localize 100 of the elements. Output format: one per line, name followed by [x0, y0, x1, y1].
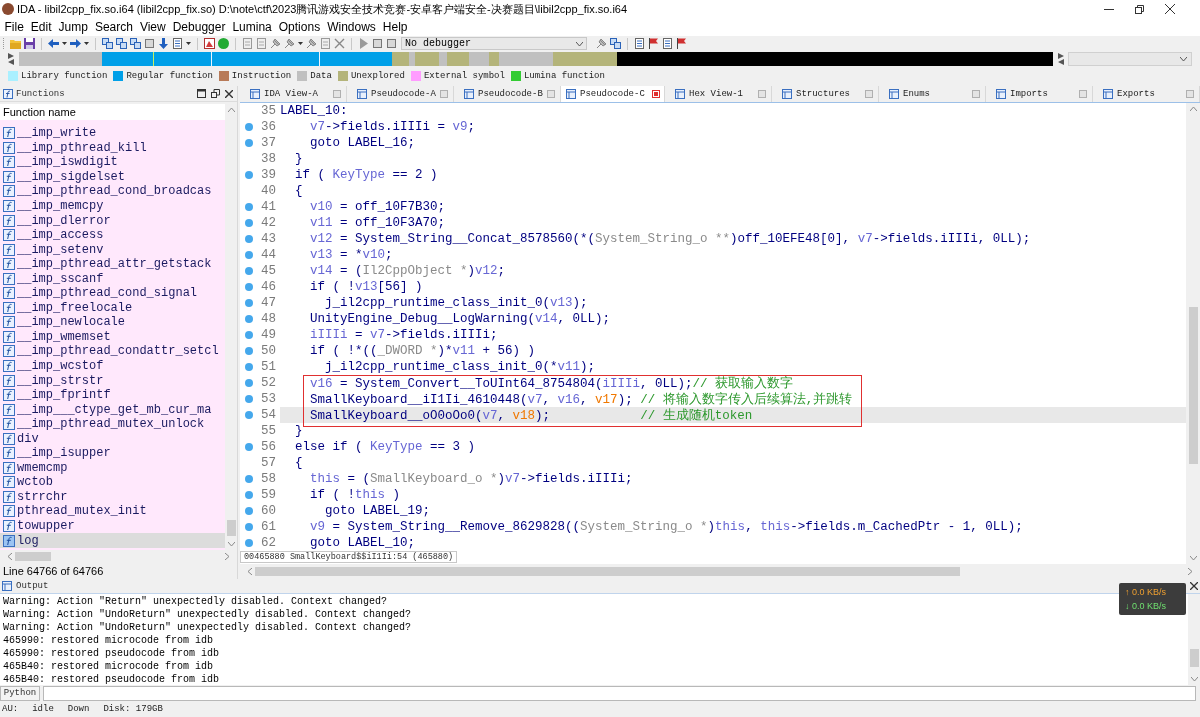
stacked-squares-icon[interactable] [102, 38, 113, 49]
flag-icon[interactable] [648, 38, 659, 49]
command-input-field[interactable] [43, 685, 1196, 701]
maximize-icon[interactable] [197, 89, 206, 98]
close-icon[interactable] [1165, 4, 1175, 14]
function-list-item[interactable]: __imp_isupper [0, 446, 225, 461]
function-list-item[interactable]: strrchr [0, 489, 225, 505]
minimize-icon[interactable] [1104, 8, 1114, 10]
menu-item[interactable]: Lumina [228, 20, 276, 34]
down-arrow-icon[interactable] [158, 38, 169, 49]
circle-icon[interactable] [218, 38, 229, 49]
stacked-squares-icon[interactable] [610, 38, 621, 49]
function-list-item[interactable]: div [0, 431, 225, 447]
chevron-left-icon[interactable] [248, 568, 252, 575]
function-list-item[interactable]: __imp_sigdelset [0, 169, 225, 185]
square-icon[interactable] [1186, 90, 1194, 98]
pin-icon[interactable] [270, 38, 281, 49]
function-list-item[interactable]: __imp_memcpy [0, 198, 225, 214]
function-list-item[interactable]: towupper [0, 518, 225, 534]
function-list-item[interactable]: __imp_wcstof [0, 358, 225, 374]
stop-icon[interactable] [386, 38, 397, 49]
function-list-item[interactable]: wctob [0, 475, 225, 490]
stop-icon[interactable] [372, 38, 383, 49]
function-list-item[interactable]: __imp_sscanf [0, 271, 225, 286]
scrollbar-thumb[interactable] [255, 567, 960, 576]
pin-icon[interactable] [596, 38, 607, 49]
square-icon[interactable] [758, 90, 766, 98]
scrollbar-thumb[interactable] [226, 520, 236, 536]
menu-item[interactable]: Jump [55, 20, 92, 34]
square-icon[interactable] [1079, 90, 1087, 98]
chevron-down-icon[interactable] [1190, 677, 1198, 681]
function-list-item[interactable]: __imp_setenv [0, 242, 225, 257]
square-icon[interactable] [972, 90, 980, 98]
scrollbar-thumb[interactable] [15, 551, 51, 561]
function-list-item[interactable]: __imp_write [0, 126, 225, 141]
square-icon[interactable] [333, 90, 341, 98]
forward-arrow-icon[interactable] [70, 38, 81, 49]
play-icon[interactable] [358, 38, 369, 49]
menu-item[interactable]: Help [379, 20, 411, 34]
square-icon[interactable] [440, 90, 448, 98]
menu-item[interactable]: Windows [323, 20, 380, 34]
document-icon[interactable] [256, 38, 267, 49]
caret-icon[interactable] [62, 42, 67, 45]
function-list-item[interactable]: __imp_newlocale [0, 315, 225, 330]
function-list-item[interactable]: __imp_freelocale [0, 300, 225, 316]
function-list-item[interactable]: __imp_iswdigit [0, 155, 225, 170]
dropdown-field[interactable] [1068, 52, 1192, 66]
close-icon[interactable] [225, 89, 233, 98]
menu-item[interactable]: File [1, 20, 28, 34]
debugger-select[interactable]: No debugger [401, 37, 587, 50]
menu-item[interactable]: Search [91, 20, 137, 34]
document-icon[interactable] [242, 38, 253, 49]
document-icon[interactable] [320, 38, 331, 49]
square-icon[interactable] [547, 90, 555, 98]
scrollbar-thumb[interactable] [1188, 307, 1198, 464]
menu-item[interactable]: View [136, 20, 170, 34]
function-list-item[interactable]: __imp_pthread_mutex_unlock [0, 416, 225, 432]
function-list-item[interactable]: __imp_pthread_cond_signal [0, 286, 225, 301]
function-list-item[interactable]: __imp_strstr [0, 373, 225, 388]
function-list-item[interactable]: __imp_access [0, 227, 225, 243]
restore-icon[interactable] [1135, 4, 1144, 14]
triangle-arrows-icon[interactable] [1058, 53, 1064, 65]
function-list-item[interactable]: __imp_pthread_kill [0, 140, 225, 156]
restore-icon[interactable] [211, 89, 220, 98]
function-list-item[interactable]: log [0, 533, 225, 548]
column-header[interactable]: Function name [0, 104, 225, 120]
chart-icon[interactable] [204, 38, 215, 49]
function-list-item[interactable]: __imp_fprintf [0, 387, 225, 403]
caret-icon[interactable] [186, 42, 191, 45]
menu-item[interactable]: Debugger [169, 20, 229, 34]
scrollbar-thumb[interactable] [1189, 649, 1199, 667]
close-icon[interactable] [1190, 582, 1198, 590]
square-icon[interactable] [865, 90, 873, 98]
flag-icon[interactable] [676, 38, 687, 49]
function-list-item[interactable]: __imp_wmemset [0, 329, 225, 345]
function-list-item[interactable]: pthread_mutex_init [0, 504, 225, 519]
square-icon[interactable] [144, 38, 155, 49]
triangle-arrows-icon[interactable] [8, 53, 14, 65]
menu-item[interactable]: Edit [27, 20, 56, 34]
stacked-squares-icon[interactable] [130, 38, 141, 49]
back-arrow-icon[interactable] [48, 38, 59, 49]
chevron-right-icon[interactable] [225, 552, 229, 560]
python-button[interactable]: Python [0, 685, 40, 701]
chevron-up-icon[interactable] [1189, 107, 1197, 111]
function-list-item[interactable]: wmemcmp [0, 460, 225, 476]
chevron-down-icon[interactable] [227, 542, 235, 546]
tab[interactable]: Pseudocode-C [561, 86, 665, 102]
document-icon[interactable] [172, 38, 183, 49]
stacked-squares-icon[interactable] [116, 38, 127, 49]
list-icon[interactable] [634, 38, 645, 49]
chevron-up-icon[interactable] [227, 108, 235, 112]
function-list-item[interactable]: __imp_dlerror [0, 213, 225, 228]
navigation-band-drawing[interactable] [19, 52, 1053, 66]
list-icon[interactable] [662, 38, 673, 49]
caret-icon[interactable] [298, 42, 303, 45]
chevron-right-icon[interactable] [1188, 568, 1192, 575]
chevron-left-icon[interactable] [8, 552, 12, 560]
chevron-down-icon[interactable] [1189, 556, 1197, 560]
menu-item[interactable]: Options [275, 20, 324, 34]
function-list-item[interactable]: __imp_pthread_attr_getstack [0, 256, 225, 272]
